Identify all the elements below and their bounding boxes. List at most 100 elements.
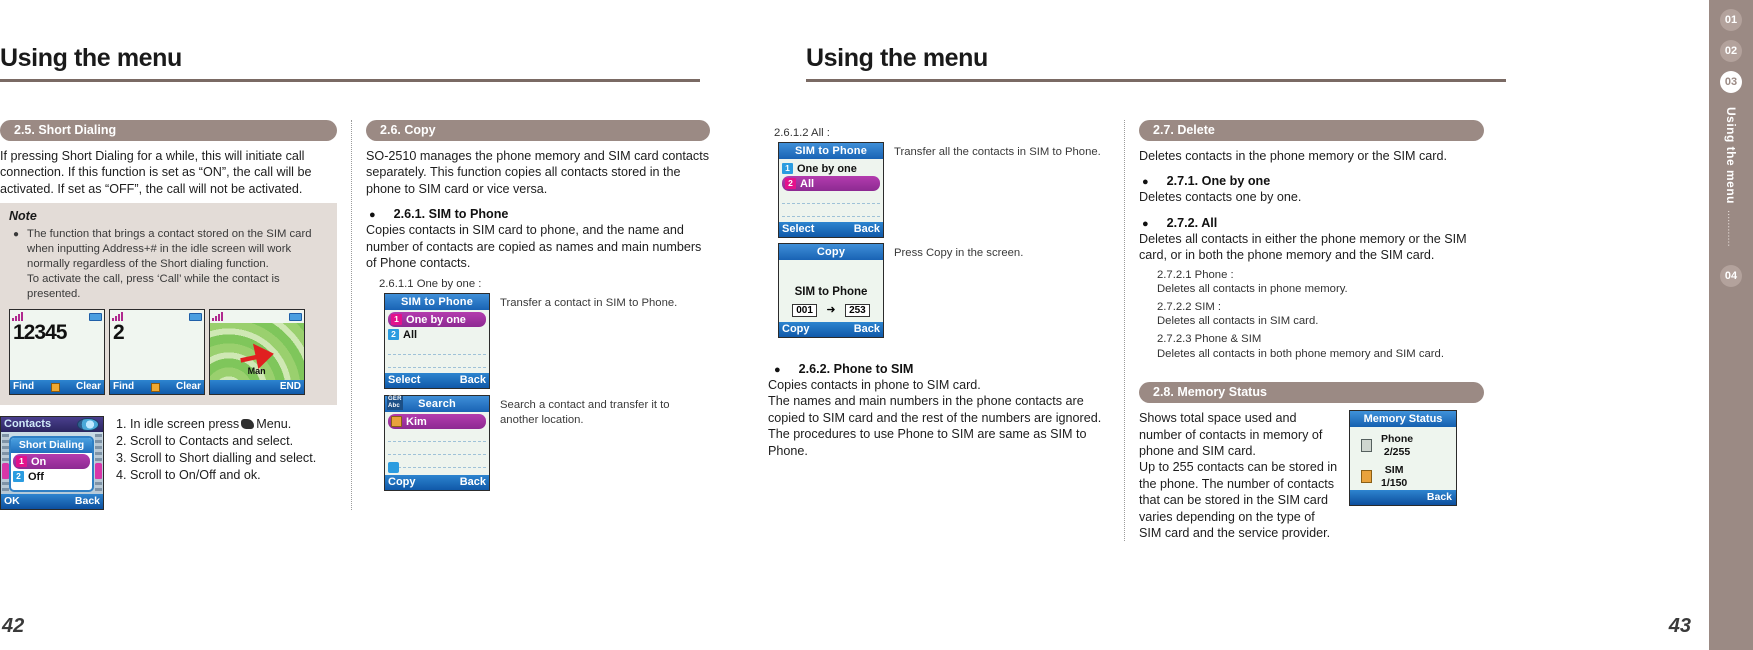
list-item-all[interactable]: 2 All [782, 176, 880, 191]
sim-memory-text: SIM 1/150 [1381, 464, 1407, 489]
softkey-right-3[interactable]: END [280, 380, 301, 394]
softkey-back[interactable]: Back [75, 494, 100, 509]
battery-icon [189, 312, 202, 321]
copy-direction-label: SIM to Phone [794, 286, 868, 298]
sim-memory-value: 1/150 [1381, 476, 1408, 489]
scroll-rail-right [95, 434, 102, 494]
bullet-dot-icon: ● [1142, 176, 1149, 189]
phone-memory-label: Phone [1381, 433, 1414, 446]
ime-indicator: GER Abc [387, 396, 403, 411]
screen-title: Search [418, 398, 456, 411]
softkey-copy[interactable]: Copy [782, 322, 810, 337]
softkey-back[interactable]: Back [460, 475, 486, 490]
left-columns: 2.5. Short Dialing If pressing Short Dia… [0, 120, 710, 511]
list-item-kim[interactable]: Kim [388, 414, 487, 430]
idle-screen-2: 2 Find Clear [109, 309, 205, 396]
chapter-tab-03[interactable]: 03 [1720, 71, 1742, 93]
screen-title: SIM to Phone [385, 294, 490, 311]
status-bar [110, 310, 204, 323]
popup-item-on[interactable]: 1 On [13, 454, 90, 470]
item-number-2: 2 [13, 471, 24, 483]
r-screen2-caption: Press Copy in the screen. [894, 247, 1024, 259]
bullet-dot-icon: ● [1142, 217, 1149, 230]
page-number-left: 42 [2, 615, 25, 637]
popup-item-off[interactable]: 2 Off [13, 469, 90, 484]
softkey-ok[interactable]: OK [4, 494, 20, 509]
empty-row [388, 429, 487, 443]
signal-icon [212, 312, 223, 322]
memory-row-phone: Phone 2/255 [1350, 427, 1456, 458]
item-label-all: All [800, 177, 815, 190]
r-screen2-group: Copy SIM to Phone 001 ➜ 253 Copy Back Pr… [778, 243, 1110, 338]
step-3: 3. Scroll to Short dialling and select. [116, 451, 317, 466]
idle-screen-1: 12345 Find Clear [9, 309, 105, 396]
sim-memory-label: SIM [1384, 464, 1404, 477]
softkey-back[interactable]: Back [1427, 491, 1452, 503]
scroll-thumb-left[interactable] [2, 463, 9, 480]
left-page-header-block: Using the menu [0, 44, 700, 82]
battery-icon [289, 312, 302, 321]
list-item-all[interactable]: 2 All [388, 327, 486, 342]
note-title: Note [9, 209, 37, 224]
chapter-tab-01[interactable]: 01 [1720, 9, 1742, 31]
screen-softkeys: Copy Back [385, 475, 490, 491]
memory-softkeys: Back [1350, 490, 1456, 506]
page-title: Using the menu [806, 44, 988, 72]
right-page-header-block: Using the menu [806, 44, 1506, 82]
screen-softkeys: Copy Back [779, 322, 883, 337]
sub-2-7-2-title: 2.7.2. All [1166, 215, 1218, 230]
empty-row [388, 442, 487, 456]
step-1: 1. In idle screen press Menu. [116, 416, 316, 433]
right-page: Using the menu 2.6.1.2 All : SIM to Phon… [760, 0, 1753, 650]
chapter-tab-rail: 01 02 03 Using the menu ............ 04 [1709, 0, 1753, 650]
softkey-back[interactable]: Back [854, 322, 880, 337]
idle-screens-group: 12345 Find Clear 2 Find Clear Man END [9, 309, 328, 396]
softkey-back[interactable]: Back [460, 373, 486, 388]
detail-1-label: 2.7.2.1 Phone : [1157, 268, 1234, 281]
softkey-left-2[interactable]: Find [113, 380, 134, 394]
search-screen: GER Abc Search Kim Copy Back [384, 395, 491, 492]
empty-row [782, 204, 880, 217]
copy-counter-row: 001 ➜ 253 [779, 300, 883, 318]
chapter-tab-04[interactable]: 04 [1720, 264, 1742, 287]
sub-2-7-2-text: Deletes all contacts in either the phone… [1139, 231, 1467, 263]
screen2-group: GER Abc Search Kim Copy Back Search a co… [384, 395, 710, 492]
item-number-1: 1 [16, 456, 27, 468]
softkey-left-1[interactable]: Find [13, 380, 34, 394]
sub-2-6-2-title: 2.6.2. Phone to SIM [798, 362, 914, 376]
scroll-rail-left [2, 434, 9, 494]
save-icon-1 [50, 382, 60, 392]
softkey-back[interactable]: Back [854, 222, 880, 237]
item-label-on: On [31, 455, 47, 468]
softkeys-3: END [210, 380, 304, 395]
memory-status-group: Shows total space used and number of con… [1139, 410, 1484, 541]
sub-2-6-2-head: ● 2.6.2. Phone to SIM [774, 362, 1110, 376]
left-page: Using the menu 2.5. Short Dialing If pre… [0, 0, 760, 650]
bullet-dot-icon: ● [774, 364, 781, 376]
softkey-select[interactable]: Select [388, 373, 420, 388]
step-2: 2. Scroll to Contacts and select. [116, 434, 294, 449]
list-item-one-by-one[interactable]: 1 One by one [388, 312, 487, 328]
empty-row [388, 355, 487, 369]
r-screen1-group: SIM to Phone 1 One by one 2 All Select B… [778, 142, 1110, 238]
softkeys-2: Find Clear [110, 380, 204, 395]
ime-bottom: Abc [387, 403, 403, 411]
item-number-2: 2 [785, 178, 796, 189]
search-icon [388, 462, 400, 474]
item-2-6-1-1-label: 2.6.1.1 One by one : [379, 278, 482, 291]
sub-2-7-1-title: 2.7.1. One by one [1166, 174, 1271, 189]
softkey-right-1[interactable]: Clear [76, 380, 101, 394]
chapter-dots: ............ [1725, 210, 1737, 247]
softkeys-1: Find Clear [10, 380, 104, 395]
list-item-one-by-one[interactable]: 1 One by one [782, 161, 880, 176]
softkey-right-2[interactable]: Clear [176, 380, 201, 394]
scroll-thumb-right[interactable] [95, 463, 102, 480]
chapter-tab-02[interactable]: 02 [1720, 40, 1742, 62]
phone-memory-value: 2/255 [1383, 445, 1411, 458]
empty-row [388, 342, 487, 356]
softkey-select[interactable]: Select [782, 222, 814, 237]
header-rule [806, 79, 1506, 82]
contacts-softkeys: OK Back [1, 494, 103, 510]
sim-to-phone-screen-1: SIM to Phone 1 One by one 2 All Select B… [384, 293, 491, 390]
softkey-copy[interactable]: Copy [388, 475, 416, 490]
